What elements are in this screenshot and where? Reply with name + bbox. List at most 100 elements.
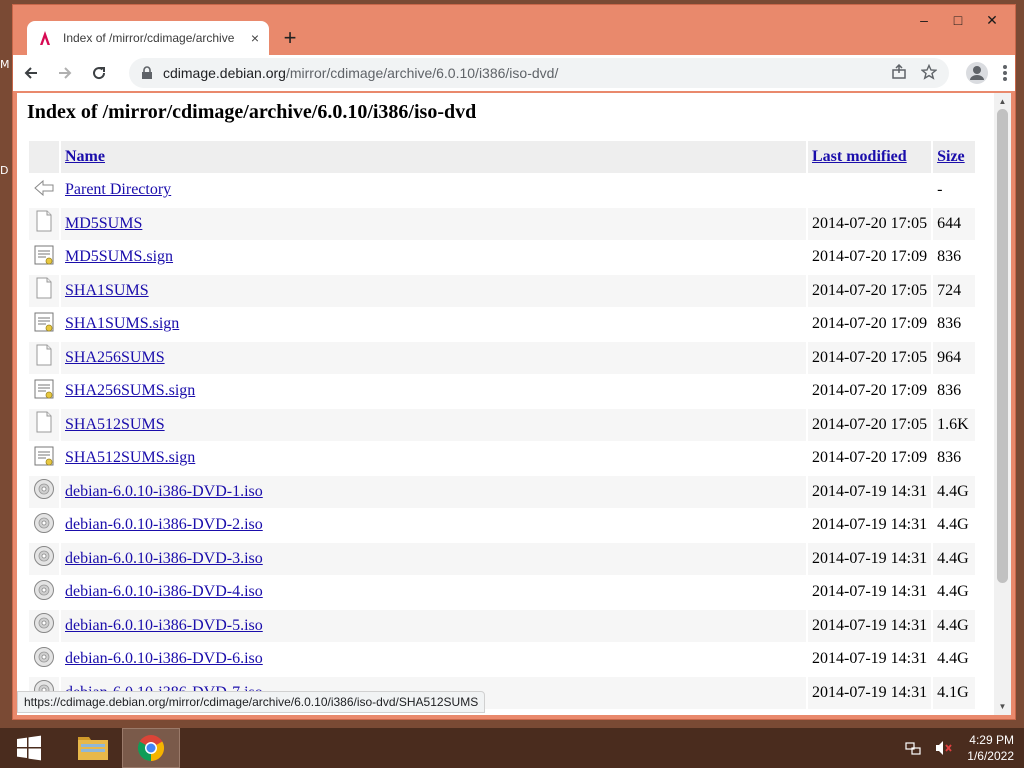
address-bar[interactable]: cdimage.debian.org/mirror/cdimage/archiv… xyxy=(129,58,949,88)
icon-cell xyxy=(29,342,59,374)
modified-cell: 2014-07-20 17:09 xyxy=(812,315,928,333)
volume-muted-icon[interactable] xyxy=(935,740,953,756)
share-icon[interactable] xyxy=(891,64,907,80)
icon-cell xyxy=(29,476,59,508)
url-path: /mirror/cdimage/archive/6.0.10/i386/iso-… xyxy=(285,65,559,81)
file-link[interactable]: debian-6.0.10-i386-DVD-3.iso xyxy=(65,550,263,567)
back-arrow-icon xyxy=(34,179,54,196)
status-url-bubble: https://cdimage.debian.org/mirror/cdimag… xyxy=(17,691,486,713)
url-host: cdimage.debian.org xyxy=(163,65,286,81)
forward-button[interactable] xyxy=(49,57,81,89)
size-cell: 836 xyxy=(937,382,962,400)
icon-cell xyxy=(29,242,59,274)
file-link[interactable]: debian-6.0.10-i386-DVD-1.iso xyxy=(65,483,263,500)
file-link[interactable]: debian-6.0.10-i386-DVD-4.iso xyxy=(65,583,263,600)
reload-button[interactable] xyxy=(83,57,115,89)
name-cell: MD5SUMS.sign xyxy=(61,242,806,274)
size-cell: 964 xyxy=(933,342,976,374)
size-cell: 4.4G xyxy=(937,516,969,534)
chrome-icon xyxy=(137,735,165,762)
name-cell: debian-6.0.10-i386-DVD-5.iso xyxy=(61,610,806,642)
file-link[interactable]: MD5SUMS xyxy=(65,215,142,232)
file-explorer-taskbar-button[interactable] xyxy=(64,728,122,768)
text-file-icon xyxy=(36,344,52,366)
table-row: MD5SUMS 2014-07-20 17:05 644 xyxy=(29,208,976,240)
table-row: SHA1SUMS.sign 2014-07-20 17:09 836 xyxy=(29,309,975,341)
table-row: debian-6.0.10-i386-DVD-4.iso 2014-07-19 1… xyxy=(29,577,975,609)
scrollbar-thumb[interactable] xyxy=(997,109,1008,583)
modified-cell: 2014-07-19 14:31 xyxy=(812,650,928,668)
disc-image-icon xyxy=(34,613,54,634)
chrome-taskbar-button[interactable] xyxy=(122,728,180,768)
name-cell: MD5SUMS xyxy=(61,208,806,240)
file-listing-table: Name Last modified Size Parent Directory… xyxy=(27,139,977,711)
disc-image-icon xyxy=(34,512,54,533)
debian-favicon-icon xyxy=(40,31,50,45)
file-link[interactable]: debian-6.0.10-i386-DVD-2.iso xyxy=(65,516,263,533)
icon-cell xyxy=(29,376,59,408)
size-cell: 644 xyxy=(933,208,976,240)
file-link[interactable]: MD5SUMS.sign xyxy=(65,248,173,265)
folder-icon xyxy=(78,737,108,760)
vertical-scrollbar[interactable]: ▲ ▼ xyxy=(994,93,1011,715)
text-file-icon xyxy=(36,277,52,299)
modified-cell: 2014-07-19 14:31 xyxy=(808,476,932,508)
file-link[interactable]: SHA512SUMS.sign xyxy=(65,449,195,466)
taskbar-clock[interactable]: 4:29 PM 1/6/2022 xyxy=(967,732,1014,764)
modified-cell: 2014-07-20 17:05 xyxy=(808,342,932,374)
name-cell: SHA256SUMS.sign xyxy=(61,376,806,408)
name-cell: debian-6.0.10-i386-DVD-3.iso xyxy=(61,543,806,575)
disc-image-icon xyxy=(34,479,54,500)
profile-avatar-icon[interactable] xyxy=(965,61,989,85)
table-row: debian-6.0.10-i386-DVD-3.iso 2014-07-19 1… xyxy=(29,543,976,575)
minimize-button[interactable]: – xyxy=(907,7,941,33)
icon-cell xyxy=(29,175,59,207)
sort-by-size-link[interactable]: Size xyxy=(937,148,965,165)
lock-icon[interactable] xyxy=(141,66,153,80)
scroll-down-arrow-icon[interactable]: ▼ xyxy=(998,702,1007,711)
kebab-menu-icon[interactable] xyxy=(1001,61,1009,85)
modified-cell xyxy=(808,175,931,207)
file-link[interactable]: SHA256SUMS.sign xyxy=(65,382,195,399)
table-row: debian-6.0.10-i386-DVD-1.iso 2014-07-19 1… xyxy=(29,476,976,508)
table-header-row: Name Last modified Size xyxy=(29,141,976,173)
star-icon[interactable] xyxy=(921,64,937,80)
table-row: debian-6.0.10-i386-DVD-6.iso 2014-07-19 1… xyxy=(29,644,975,676)
back-button[interactable] xyxy=(15,57,47,89)
text-file-icon xyxy=(36,411,52,433)
file-link[interactable]: SHA512SUMS xyxy=(65,416,165,433)
file-link[interactable]: SHA256SUMS xyxy=(65,349,165,366)
network-icon[interactable] xyxy=(905,740,921,756)
icon-cell xyxy=(29,208,59,240)
sort-by-name-link[interactable]: Name xyxy=(65,148,105,165)
reload-icon xyxy=(93,67,106,80)
table-row: MD5SUMS.sign 2014-07-20 17:09 836 xyxy=(29,242,975,274)
scroll-up-arrow-icon[interactable]: ▲ xyxy=(998,97,1007,106)
size-cell: 1.6K xyxy=(933,409,976,441)
tab-close-icon[interactable]: × xyxy=(251,30,259,46)
start-button[interactable] xyxy=(0,728,58,768)
icon-cell xyxy=(29,510,59,542)
new-tab-button[interactable]: + xyxy=(277,25,303,51)
modified-cell: 2014-07-19 14:31 xyxy=(808,543,932,575)
file-link[interactable]: SHA1SUMS.sign xyxy=(65,315,179,332)
maximize-button[interactable]: □ xyxy=(941,7,975,33)
size-cell: 4.1G xyxy=(933,677,976,709)
taskbar: 4:29 PM 1/6/2022 xyxy=(0,728,1024,768)
file-link[interactable]: debian-6.0.10-i386-DVD-5.iso xyxy=(65,617,263,634)
desktop-icon-label: D xyxy=(0,164,9,177)
disc-image-icon xyxy=(34,546,54,567)
size-cell: 724 xyxy=(933,275,976,307)
browser-tab[interactable]: Index of /mirror/cdimage/archive × xyxy=(27,21,269,55)
arrow-left-icon xyxy=(24,67,37,79)
file-link[interactable]: debian-6.0.10-i386-DVD-6.iso xyxy=(65,650,263,667)
file-link[interactable]: SHA1SUMS xyxy=(65,282,149,299)
close-window-button[interactable]: ✕ xyxy=(975,7,1009,33)
parent-directory-link[interactable]: Parent Directory xyxy=(65,181,171,198)
icon-cell xyxy=(29,577,59,609)
name-cell: debian-6.0.10-i386-DVD-6.iso xyxy=(61,644,806,676)
sort-by-modified-link[interactable]: Last modified xyxy=(812,148,907,165)
modified-cell: 2014-07-19 14:31 xyxy=(812,583,928,601)
modified-cell: 2014-07-19 14:31 xyxy=(812,516,928,534)
signed-file-icon xyxy=(34,379,54,399)
